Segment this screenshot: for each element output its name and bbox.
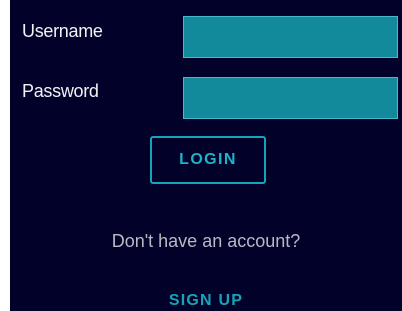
username-label: Username (22, 21, 103, 41)
signup-prompt: Don't have an account? (111, 231, 301, 251)
login-panel: Username Password LOGIN Don't have an ac… (10, 0, 402, 311)
login-button[interactable]: LOGIN (150, 136, 266, 184)
password-label: Password (22, 81, 99, 101)
username-field[interactable] (183, 16, 398, 58)
password-field[interactable] (183, 77, 398, 119)
signup-link[interactable]: SIGN UP (10, 290, 402, 311)
